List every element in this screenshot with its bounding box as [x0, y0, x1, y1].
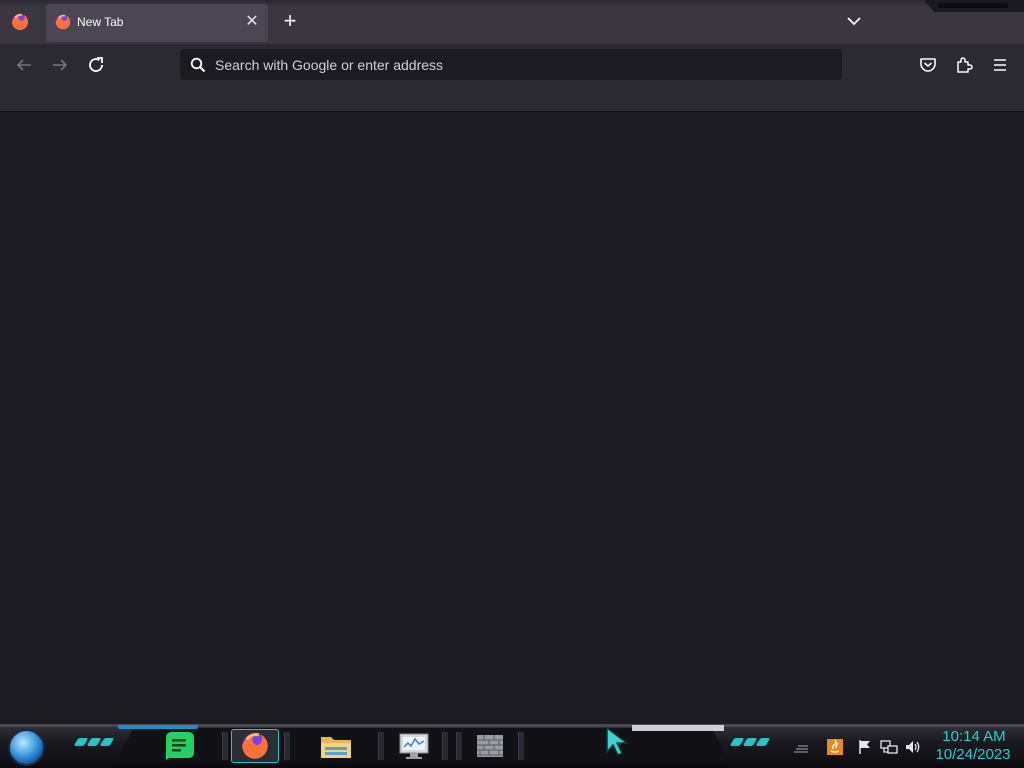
firefox-favicon-icon: [55, 14, 71, 30]
taskbar-app-firewall[interactable]: [470, 729, 510, 763]
taskbar-app-firefox[interactable]: [231, 729, 279, 763]
taskbar-app-file-explorer[interactable]: [316, 729, 356, 763]
address-bar-placeholder: Search with Google or enter address: [215, 57, 444, 73]
start-button[interactable]: [8, 729, 45, 766]
taskbar-separator: [442, 732, 448, 760]
page-content[interactable]: [0, 112, 1024, 724]
close-tab-icon[interactable]: ✕: [242, 13, 262, 33]
forward-arrow-icon[interactable]: [48, 53, 72, 77]
firefox-icon: [242, 732, 268, 759]
network-icon[interactable]: [880, 738, 898, 756]
navigation-toolbar: Search with Google or enter address: [0, 44, 1024, 86]
taskbar-separator: [518, 732, 524, 760]
new-tab-button[interactable]: +: [278, 9, 302, 35]
monitor-icon: [399, 733, 429, 759]
taskbar-separator: [284, 732, 290, 760]
decorative-chevrons-right: [729, 738, 771, 750]
reload-icon[interactable]: [84, 53, 108, 77]
taskbar-separator: [456, 732, 462, 760]
toolbar-spacer: [0, 86, 1024, 112]
mouse-cursor-icon: [606, 726, 630, 756]
taskbar-frame-highlight: [632, 725, 724, 731]
firewall-icon: [477, 735, 503, 757]
tab-new-tab[interactable]: New Tab ✕: [46, 4, 268, 42]
search-icon: [190, 57, 206, 73]
volume-icon[interactable]: [904, 738, 922, 756]
firefox-view-icon[interactable]: [10, 12, 30, 32]
clock-date[interactable]: 10/24/2023: [928, 746, 1018, 763]
window-decoration: [924, 0, 1024, 12]
taskbar-app-notes[interactable]: [160, 729, 200, 763]
taskbar: [0, 724, 1024, 768]
taskbar-separator: [222, 732, 228, 760]
java-update-icon[interactable]: [826, 738, 844, 756]
notes-app-icon: [166, 732, 194, 760]
decorative-chevrons-left: [73, 738, 115, 750]
tab-title: New Tab: [77, 15, 124, 29]
hamburger-menu-icon[interactable]: [988, 53, 1012, 77]
taskbar-separator: [378, 732, 384, 760]
address-bar[interactable]: Search with Google or enter address: [180, 49, 842, 80]
action-center-flag-icon[interactable]: [856, 738, 874, 756]
pocket-icon[interactable]: [916, 53, 940, 77]
desktop-stack-icon[interactable]: [792, 738, 810, 756]
back-arrow-icon[interactable]: [12, 53, 36, 77]
taskbar-app-system-monitor[interactable]: [394, 729, 434, 763]
folder-icon: [321, 737, 351, 758]
clock-time[interactable]: 10:14 AM: [934, 728, 1014, 745]
extensions-icon[interactable]: [952, 53, 976, 77]
tab-strip: New Tab ✕ +: [0, 0, 1024, 44]
chevron-down-icon[interactable]: [843, 10, 865, 32]
